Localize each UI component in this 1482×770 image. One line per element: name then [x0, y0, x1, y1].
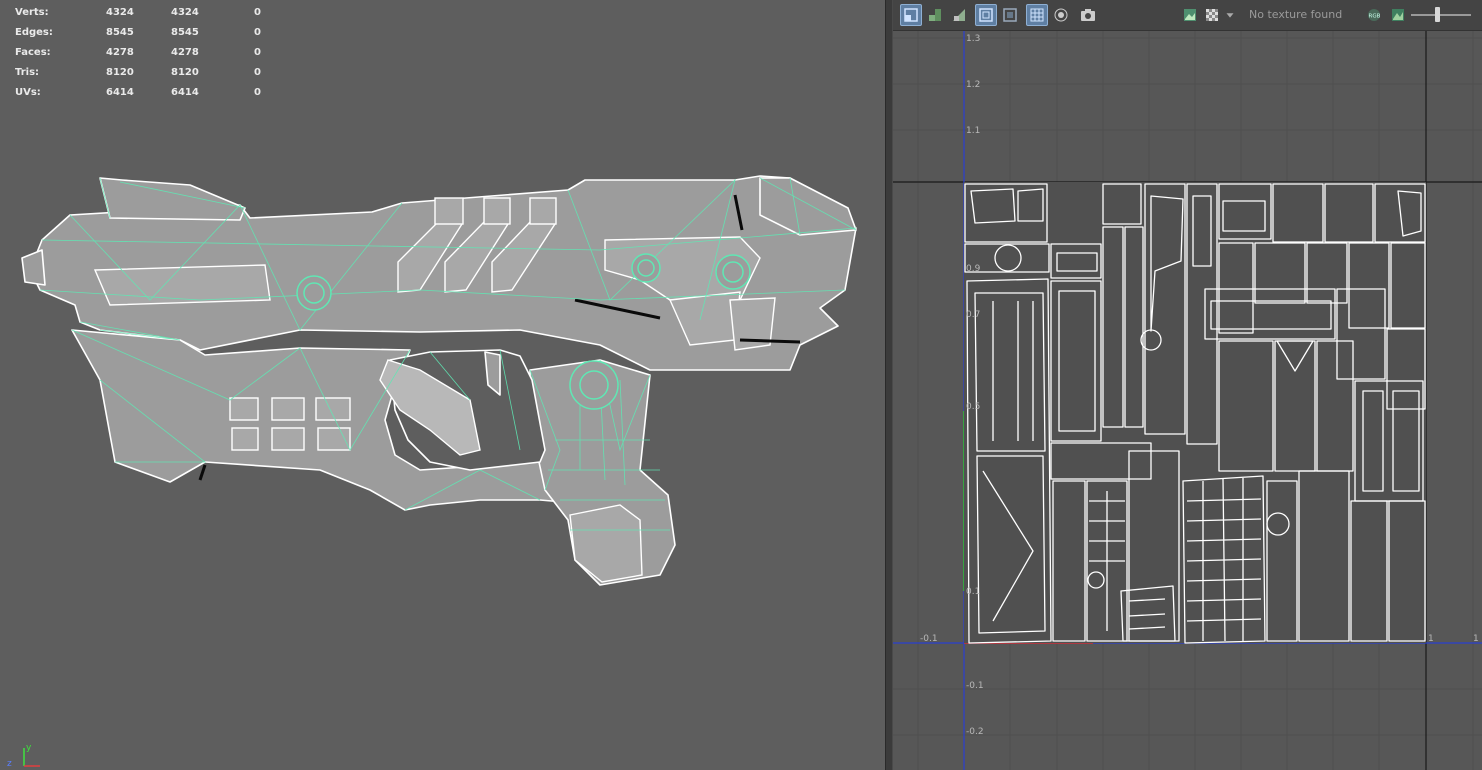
panel-splitter[interactable]: [885, 0, 893, 770]
v-axis-label: 0.7: [966, 310, 980, 320]
uv-shade-icon[interactable]: [948, 4, 970, 26]
3d-viewport[interactable]: Verts: 4324 4324 0 Edges: 8545 8545 0 Fa…: [0, 0, 885, 770]
uv-tile-icon[interactable]: [924, 4, 946, 26]
v-axis-label: 1.3: [966, 34, 980, 44]
exposure-slider-thumb[interactable]: [1435, 7, 1440, 22]
v-axis-label: 0.9: [966, 264, 981, 274]
u-axis-label: 1: [1428, 634, 1434, 644]
uv-toolbar: No texture found RGB: [893, 0, 1482, 31]
grid-icon[interactable]: [1026, 4, 1048, 26]
exposure-slider-track[interactable]: [1411, 14, 1471, 16]
v-axis-label: 1.1: [966, 126, 980, 136]
axis-gizmo: y z: [7, 743, 40, 769]
u-axis-label: -0.1: [920, 634, 938, 644]
camera-icon[interactable]: [1077, 4, 1099, 26]
uv-layout-icon[interactable]: [900, 4, 922, 26]
dropdown-arrow-icon[interactable]: [1223, 4, 1237, 26]
svg-text:RGB: RGB: [1369, 14, 1381, 20]
axis-z-label: z: [7, 759, 12, 769]
u-axis-label: 1: [1473, 634, 1479, 644]
gun-model-wireframe[interactable]: [0, 0, 885, 770]
axis-y-label: y: [26, 743, 32, 753]
v-axis-label: -0.2: [966, 727, 984, 737]
dot-icon[interactable]: [1050, 4, 1072, 26]
rgb-icon[interactable]: RGB: [1363, 4, 1385, 26]
v-axis-label: 0.5: [966, 402, 980, 412]
uv-frame-icon[interactable]: [975, 4, 997, 26]
texture-status: No texture found: [1249, 8, 1343, 21]
uv-editor-panel[interactable]: No texture found RGB 1.3 1.2 1.1 0.9 0.7…: [893, 0, 1482, 770]
v-axis-label: -0.1: [966, 681, 984, 691]
v-axis-label: 1.2: [966, 80, 980, 90]
v-axis-label: 0.1: [966, 587, 980, 597]
image-icon[interactable]: [1179, 4, 1201, 26]
channel-icon[interactable]: [1387, 4, 1409, 26]
uv-frame-alt-icon[interactable]: [999, 4, 1021, 26]
uv-grid-canvas[interactable]: 1.3 1.2 1.1 0.9 0.7 0.5 0.1 -0.1 -0.2 -0…: [893, 31, 1482, 770]
checker-icon[interactable]: [1201, 4, 1223, 26]
